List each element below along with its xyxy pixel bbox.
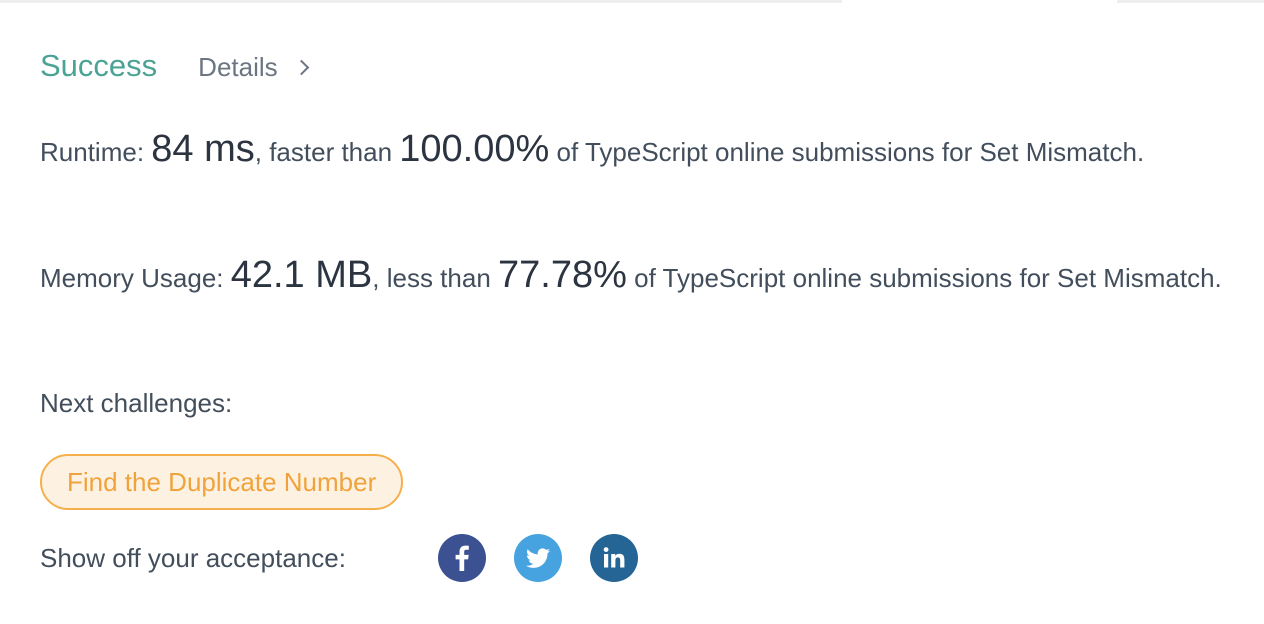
memory-percentile: 77.78%: [498, 254, 627, 296]
top-divider: [0, 0, 1264, 3]
next-challenges-label: Next challenges:: [40, 388, 233, 418]
status-title: Success: [40, 48, 158, 83]
memory-value: 42.1 MB: [230, 254, 373, 296]
memory-suffix: of TypeScript online submissions for Set…: [626, 263, 1222, 293]
memory-comparison: , less than: [372, 263, 498, 293]
details-label: Details: [198, 52, 278, 82]
details-link[interactable]: Details: [198, 52, 309, 83]
challenge-button[interactable]: Find the Duplicate Number: [40, 454, 404, 510]
facebook-share-button[interactable]: [438, 534, 486, 582]
runtime-suffix: of TypeScript online submissions for Set…: [549, 137, 1145, 167]
runtime-percentile: 100.00%: [399, 128, 550, 170]
twitter-icon: [526, 548, 550, 568]
linkedin-icon: [603, 547, 625, 568]
linkedin-share-button[interactable]: [590, 534, 638, 582]
share-label: Show off your acceptance:: [40, 542, 346, 573]
facebook-icon: [455, 545, 469, 571]
runtime-value: 84 ms: [151, 128, 255, 170]
twitter-share-button[interactable]: [514, 534, 562, 582]
memory-stat: Memory Usage: 42.1 MB, less than 77.78% …: [40, 254, 1240, 299]
runtime-label: Runtime:: [40, 137, 152, 167]
status-row: Success Details: [40, 48, 309, 84]
runtime-comparison: , faster than: [254, 137, 400, 167]
chevron-right-icon: [293, 59, 309, 76]
memory-label: Memory Usage:: [40, 263, 231, 293]
share-row: Show off your acceptance:: [40, 534, 666, 582]
runtime-stat: Runtime: 84 ms, faster than 100.00% of T…: [40, 128, 1240, 173]
